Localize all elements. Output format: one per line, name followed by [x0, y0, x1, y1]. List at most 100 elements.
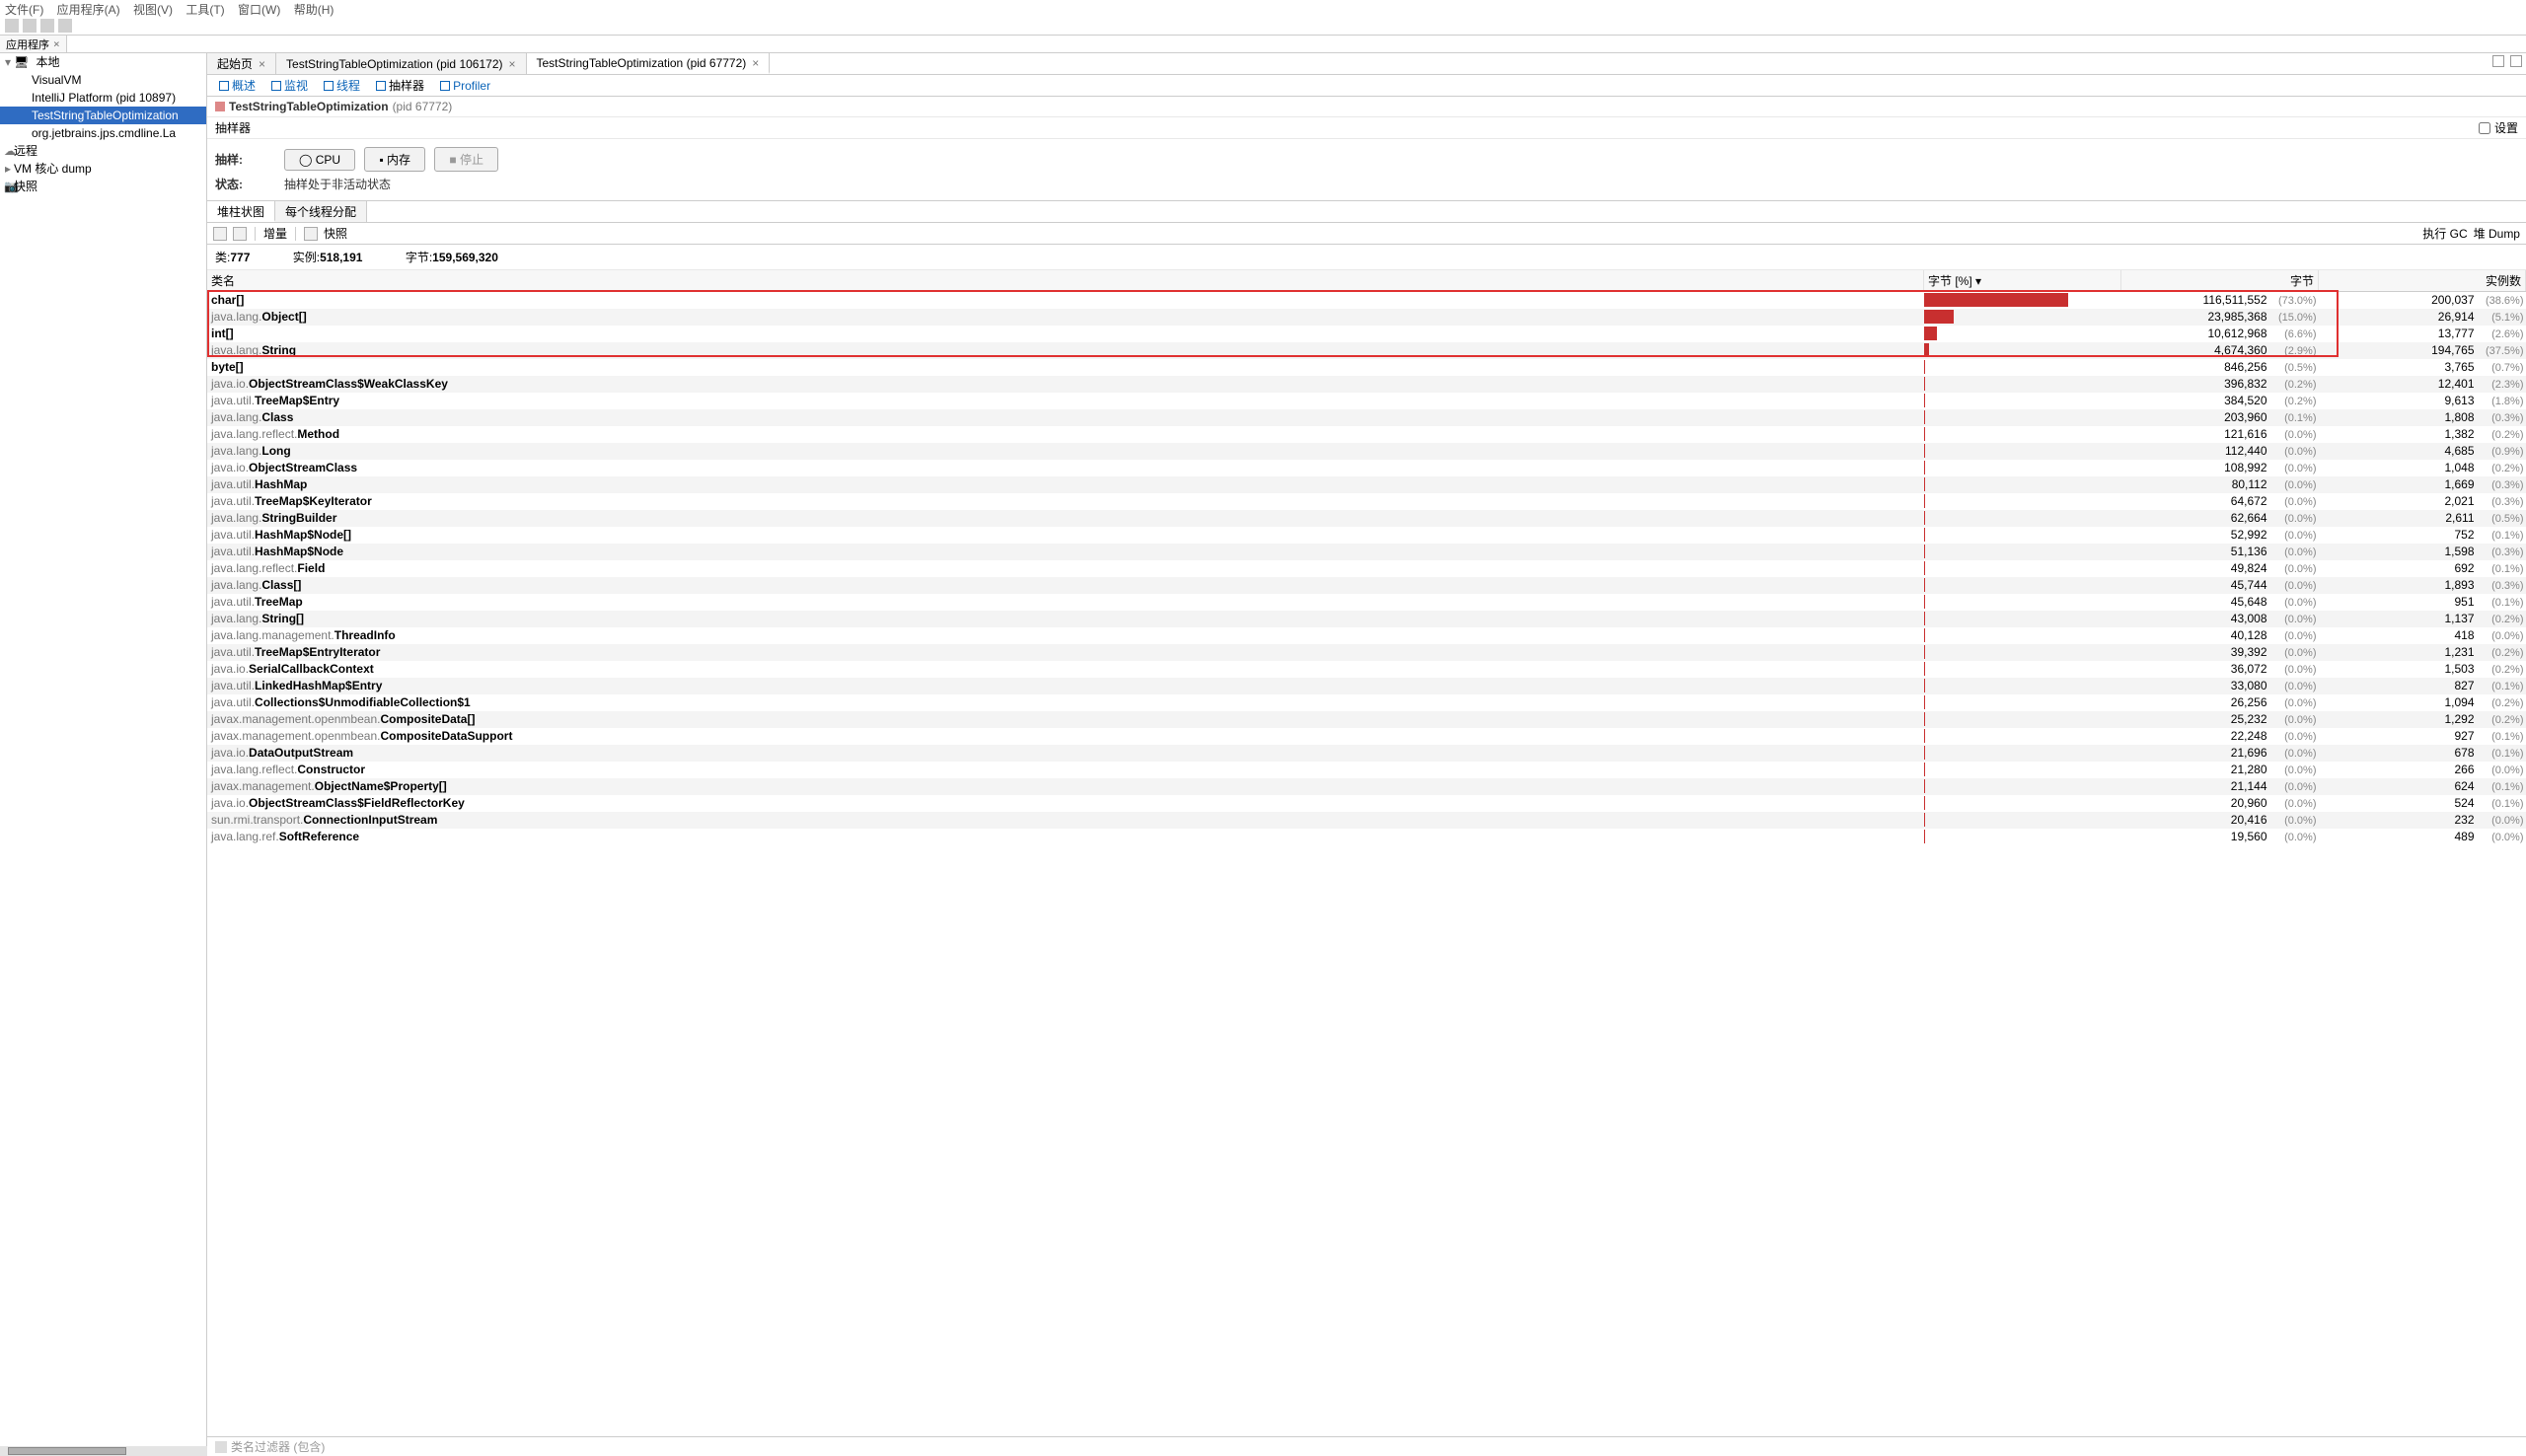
table-row[interactable]: java.lang.reflect.Method121,616(0.0%)1,3… [207, 426, 2526, 443]
max-icon[interactable] [2510, 55, 2522, 67]
table-row[interactable]: java.io.ObjectStreamClass$WeakClassKey39… [207, 376, 2526, 393]
class-name-cell: java.lang.Class [207, 409, 1924, 426]
min-icon[interactable] [2492, 55, 2504, 67]
tab-startpage[interactable]: 起始页× [207, 53, 276, 74]
bytes-cell: 33,080(0.0%) [2121, 678, 2319, 694]
tab-process-106172[interactable]: TestStringTableOptimization (pid 106172)… [276, 53, 526, 74]
tree-visualvm[interactable]: VisualVM [0, 71, 206, 89]
menu-app[interactable]: 应用程序(A) [57, 3, 120, 17]
refresh-icon[interactable] [213, 227, 227, 241]
subnav-threads[interactable]: 线程 [318, 76, 366, 95]
stop-button[interactable]: ■ 停止 [434, 147, 498, 172]
table-row[interactable]: java.util.HashMap$Node[]52,992(0.0%)752(… [207, 527, 2526, 544]
menu-tools[interactable]: 工具(T) [186, 3, 224, 17]
filter-bar[interactable]: 类名过滤器 (包含) [207, 1436, 2526, 1456]
tree-remote[interactable]: ☁远程 [0, 142, 206, 160]
tree-selected-app[interactable]: TestStringTableOptimization [0, 107, 206, 124]
table-row[interactable]: java.util.HashMap$Node51,136(0.0%)1,598(… [207, 544, 2526, 560]
subnav-overview[interactable]: 概述 [213, 76, 261, 95]
table-row[interactable]: java.lang.Class203,960(0.1%)1,808(0.3%) [207, 409, 2526, 426]
table-row[interactable]: java.util.LinkedHashMap$Entry33,080(0.0%… [207, 678, 2526, 694]
subnav-sampler[interactable]: 抽样器 [370, 76, 430, 95]
table-row[interactable]: java.util.TreeMap$Entry384,520(0.2%)9,61… [207, 393, 2526, 409]
menu-window[interactable]: 窗口(W) [238, 3, 280, 17]
memory-button[interactable]: ▪ 内存 [364, 147, 425, 172]
menu-file[interactable]: 文件(F) [5, 3, 43, 17]
instances-cell: 1,231(0.2%) [2319, 644, 2526, 661]
close-icon[interactable]: × [752, 56, 759, 70]
tree-jps[interactable]: org.jetbrains.jps.cmdline.La [0, 124, 206, 142]
table-row[interactable]: int[]10,612,968(6.6%)13,777(2.6%) [207, 326, 2526, 342]
tab-heap-histogram[interactable]: 堆柱状图 [207, 201, 275, 222]
close-icon[interactable]: × [259, 57, 265, 71]
table-row[interactable]: java.lang.Class[]45,744(0.0%)1,893(0.3%) [207, 577, 2526, 594]
table-row[interactable]: char[]116,511,552(73.0%)200,037(38.6%) [207, 292, 2526, 309]
table-row[interactable]: byte[]846,256(0.5%)3,765(0.7%) [207, 359, 2526, 376]
table-row[interactable]: java.lang.String4,674,360(2.9%)194,765(3… [207, 342, 2526, 359]
app-tab-applications[interactable]: 应用程序 × [0, 36, 67, 52]
toolbar-icon[interactable] [23, 19, 37, 33]
toolbar-icon[interactable] [58, 19, 72, 33]
table-row[interactable]: java.util.TreeMap$EntryIterator39,392(0.… [207, 644, 2526, 661]
table-row[interactable]: java.util.TreeMap$KeyIterator64,672(0.0%… [207, 493, 2526, 510]
tree-snapshots[interactable]: 📷快照 [0, 178, 206, 195]
bytes-cell: 39,392(0.0%) [2121, 644, 2319, 661]
instances-cell: 1,503(0.2%) [2319, 661, 2526, 678]
settings-checkbox[interactable]: 设置 [2479, 119, 2518, 136]
class-name-cell: int[] [207, 326, 1924, 342]
tree-intellij[interactable]: IntelliJ Platform (pid 10897) [0, 89, 206, 107]
table-row[interactable]: java.util.HashMap80,112(0.0%)1,669(0.3%) [207, 476, 2526, 493]
gc-button[interactable]: 执行 GC [2422, 225, 2467, 242]
class-name-cell: sun.rmi.transport.ConnectionInputStream [207, 812, 1924, 829]
table-row[interactable]: java.lang.ref.SoftReference19,560(0.0%)4… [207, 829, 2526, 845]
tab-process-67772[interactable]: TestStringTableOptimization (pid 67772)× [527, 53, 771, 74]
bytes-cell: 25,232(0.0%) [2121, 711, 2319, 728]
tree-local[interactable]: ▾🖥 本地 [0, 53, 206, 71]
table-row[interactable]: java.util.TreeMap45,648(0.0%)951(0.1%) [207, 594, 2526, 611]
instances-cell: 489(0.0%) [2319, 829, 2526, 845]
pause-icon[interactable] [233, 227, 247, 241]
cpu-button[interactable]: ◯ CPU [284, 149, 355, 171]
table-row[interactable]: java.lang.Object[]23,985,368(15.0%)26,91… [207, 309, 2526, 326]
filter-placeholder: 类名过滤器 (包含) [231, 1438, 325, 1455]
table-row[interactable]: javax.management.openmbean.CompositeData… [207, 728, 2526, 745]
class-name-cell: byte[] [207, 359, 1924, 376]
col-bytes[interactable]: 字节 [2121, 270, 2319, 292]
col-bytepct[interactable]: 字节 [%] ▾ [1924, 270, 2121, 292]
table-row[interactable]: javax.management.ObjectName$Property[]21… [207, 778, 2526, 795]
table-row[interactable]: java.lang.Long112,440(0.0%)4,685(0.9%) [207, 443, 2526, 460]
tree-vmdump[interactable]: ▸VM 核心 dump [0, 160, 206, 178]
col-instances[interactable]: 实例数 [2319, 270, 2526, 292]
table-row[interactable]: java.io.ObjectStreamClass108,992(0.0%)1,… [207, 460, 2526, 476]
table-row[interactable]: java.lang.String[]43,008(0.0%)1,137(0.2%… [207, 611, 2526, 627]
table-row[interactable]: java.lang.reflect.Field49,824(0.0%)692(0… [207, 560, 2526, 577]
table-row[interactable]: java.lang.reflect.Constructor21,280(0.0%… [207, 762, 2526, 778]
histogram-table-wrap[interactable]: 类名 字节 [%] ▾ 字节 实例数 char[]116,511,552(73.… [207, 270, 2526, 1436]
toolbar-icon[interactable] [40, 19, 54, 33]
heapdump-button[interactable]: 堆 Dump [2474, 225, 2520, 242]
col-classname[interactable]: 类名 [207, 270, 1924, 292]
table-row[interactable]: java.lang.StringBuilder62,664(0.0%)2,611… [207, 510, 2526, 527]
table-row[interactable]: javax.management.openmbean.CompositeData… [207, 711, 2526, 728]
close-icon[interactable]: × [53, 37, 60, 50]
sidebar-scroll-h[interactable] [0, 1446, 207, 1456]
snapshot-button[interactable]: 快照 [324, 225, 347, 242]
table-row[interactable]: java.lang.management.ThreadInfo40,128(0.… [207, 627, 2526, 644]
subnav-profiler[interactable]: Profiler [434, 78, 496, 94]
subnav-monitor[interactable]: 监视 [265, 76, 314, 95]
menu-view[interactable]: 视图(V) [133, 3, 173, 17]
instances-cell: 927(0.1%) [2319, 728, 2526, 745]
bytes-pct-bar [1924, 460, 2121, 476]
table-row[interactable]: java.io.DataOutputStream21,696(0.0%)678(… [207, 745, 2526, 762]
close-icon[interactable]: × [508, 57, 515, 71]
table-row[interactable]: java.io.ObjectStreamClass$FieldReflector… [207, 795, 2526, 812]
toolbar-icon[interactable] [5, 19, 19, 33]
table-row[interactable]: java.io.SerialCallbackContext36,072(0.0%… [207, 661, 2526, 678]
bytes-cell: 203,960(0.1%) [2121, 409, 2319, 426]
menu-help[interactable]: 帮助(H) [294, 3, 334, 17]
tab-per-thread[interactable]: 每个线程分配 [275, 201, 367, 222]
table-row[interactable]: java.util.Collections$UnmodifiableCollec… [207, 694, 2526, 711]
delta-button[interactable]: 增量 [263, 225, 287, 242]
table-row[interactable]: sun.rmi.transport.ConnectionInputStream2… [207, 812, 2526, 829]
snap-icon[interactable] [304, 227, 318, 241]
